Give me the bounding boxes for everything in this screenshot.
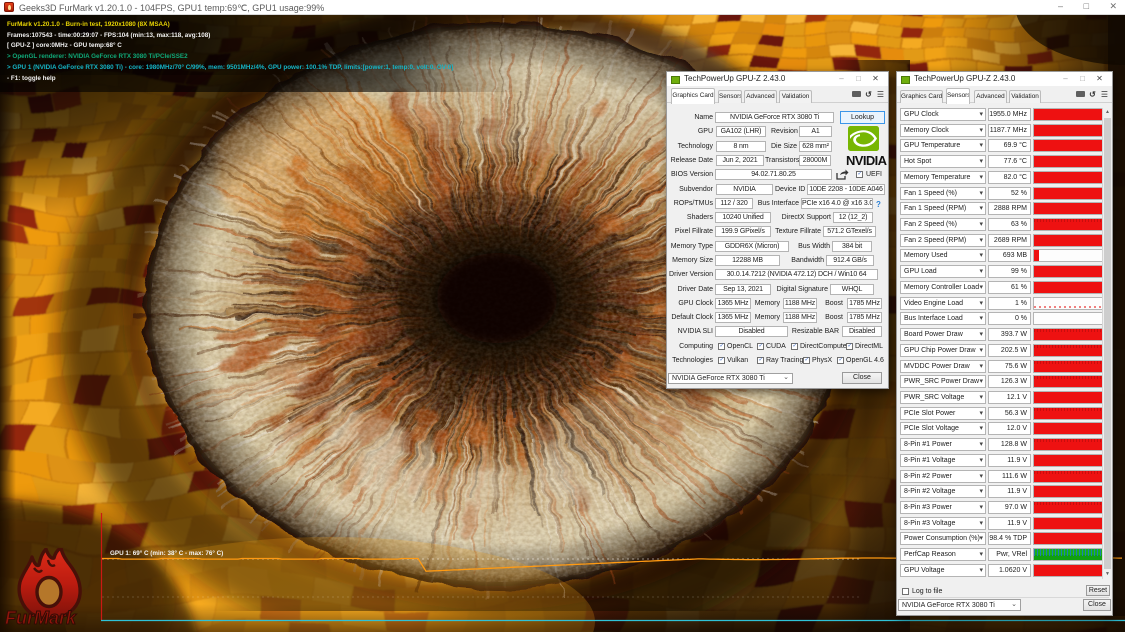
svg-text:NVIDIA: NVIDIA: [846, 153, 887, 168]
svg-text:FurMark: FurMark: [5, 608, 77, 628]
